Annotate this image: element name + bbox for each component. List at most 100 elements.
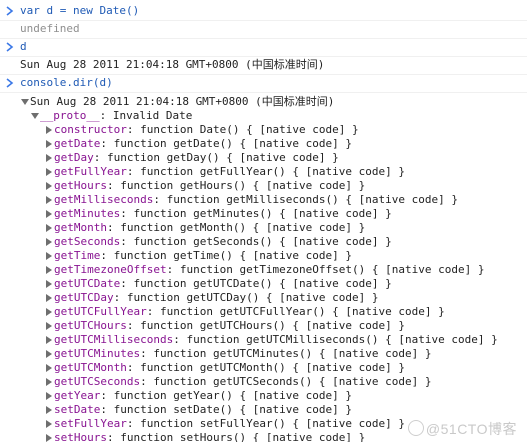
triangle-right-icon[interactable] [44,319,54,333]
triangle-right-icon[interactable] [44,193,54,207]
member-key: getTime [54,249,101,262]
proto-member-row[interactable]: getUTCMonth: function getUTCMonth() { [n… [20,361,527,375]
proto-member-row[interactable]: getDate: function getDate() { [native co… [20,137,527,151]
triangle-right-icon[interactable] [44,347,54,361]
member-key: getMinutes [54,207,121,220]
triangle-right-icon[interactable] [44,263,54,277]
proto-member-row[interactable]: getUTCHours: function getUTCHours() { [n… [20,319,527,333]
member-key: getMilliseconds [54,193,154,206]
key-separator: : [146,305,160,318]
triangle-right-icon[interactable] [44,249,54,263]
triangle-right-icon[interactable] [44,361,54,375]
watermark-logo-icon [407,420,424,436]
proto-member-row[interactable]: getUTCDay: function getUTCDay() { [nativ… [20,291,527,305]
proto-key: __proto__ [40,109,100,122]
proto-member-row[interactable]: getHours: function getHours() { [native … [20,179,527,193]
console-input-entry[interactable]: d [0,39,527,57]
member-key: getMonth [54,221,107,234]
key-separator: : [106,179,121,192]
member-value: function getUTCDay() { [native code] } [126,291,379,304]
member-value: function getUTCMonth() { [native code] } [140,361,406,374]
member-value: function getUTCSeconds() { [native code]… [153,375,432,388]
member-value: function getYear() { [native code] } [113,389,353,402]
proto-member-row[interactable]: getTimezoneOffset: function getTimezoneO… [20,263,527,277]
triangle-right-icon[interactable] [44,375,54,389]
key-separator: : [106,431,121,442]
console-input-entry[interactable]: console.dir(d) [0,75,527,93]
triangle-right-icon[interactable] [44,235,54,249]
tree-proto-row[interactable]: __proto__: Invalid Date [20,109,527,123]
proto-member-row[interactable]: constructor: function Date() { [native c… [20,123,527,137]
key-separator: : [120,235,134,248]
member-value: function getUTCFullYear() { [native code… [159,305,445,318]
prompt-chevron-icon [5,6,15,16]
key-separator: : [100,249,114,262]
member-key: getUTCMilliseconds [54,333,174,346]
proto-member-row[interactable]: getFullYear: function getFullYear() { [n… [20,165,527,179]
console-result-text: undefined [20,22,80,35]
member-key: getUTCDate [54,277,121,290]
console-input-entry[interactable]: var d = new Date() [0,0,527,21]
proto-member-row[interactable]: setDate: function setDate() { [native co… [20,403,527,417]
member-value: function getHours() { [native code] } [120,179,366,192]
member-value: function getUTCDate() { [native code] } [133,277,392,290]
proto-member-row[interactable]: getYear: function getYear() { [native co… [20,389,527,403]
console-result-text: Sun Aug 28 2011 21:04:18 GMT+0800 (中国标准时… [20,58,325,71]
key-separator: : [113,291,127,304]
key-separator: : [93,151,107,164]
proto-members-list: constructor: function Date() { [native c… [20,123,527,442]
triangle-down-icon[interactable] [20,95,30,109]
member-value: function getMilliseconds() { [native cod… [166,193,458,206]
key-separator: : [173,333,187,346]
proto-member-row[interactable]: getMonth: function getMonth() { [native … [20,221,527,235]
triangle-right-icon[interactable] [44,305,54,319]
proto-member-row[interactable]: getMilliseconds: function getMillisecond… [20,193,527,207]
triangle-right-icon[interactable] [44,389,54,403]
proto-member-row[interactable]: getMinutes: function getMinutes() { [nat… [20,207,527,221]
member-key: setDate [54,403,101,416]
proto-value: Invalid Date [112,109,193,122]
triangle-right-icon[interactable] [44,151,54,165]
member-key: getFullYear [54,165,127,178]
key-separator: : [100,389,114,402]
member-key: constructor [54,123,127,136]
member-value: function getTimezoneOffset() { [native c… [179,263,485,276]
member-value: function getUTCMilliseconds() { [native … [186,333,498,346]
triangle-right-icon[interactable] [44,221,54,235]
console-result-entry: undefined [0,21,527,39]
triangle-right-icon[interactable] [44,277,54,291]
key-separator: : [126,417,141,430]
proto-member-row[interactable]: getUTCSeconds: function getUTCSeconds() … [20,375,527,389]
dir-output-tree: Sun Aug 28 2011 21:04:18 GMT+0800 (中国标准时… [0,93,527,442]
triangle-right-icon[interactable] [44,207,54,221]
triangle-right-icon[interactable] [44,291,54,305]
proto-member-row[interactable]: getDay: function getDay() { [native code… [20,151,527,165]
proto-member-row[interactable]: getUTCMilliseconds: function getUTCMilli… [20,333,527,347]
proto-member-row[interactable]: getUTCDate: function getUTCDate() { [nat… [20,277,527,291]
proto-member-row[interactable]: getSeconds: function getSeconds() { [nat… [20,235,527,249]
proto-member-row[interactable]: getUTCMinutes: function getUTCMinutes() … [20,347,527,361]
proto-member-row[interactable]: getUTCFullYear: function getUTCFullYear(… [20,305,527,319]
member-key: getUTCMinutes [54,347,141,360]
key-separator: : [126,123,141,136]
member-key: getSeconds [54,235,121,248]
triangle-right-icon[interactable] [44,431,54,442]
triangle-right-icon[interactable] [44,123,54,137]
triangle-down-icon[interactable] [30,109,40,123]
key-separator: : [140,347,154,360]
member-key: setHours [54,431,107,442]
triangle-right-icon[interactable] [44,333,54,347]
console-panel: var d = new Date() undefined d Sun Aug 2… [0,0,527,442]
triangle-right-icon[interactable] [44,179,54,193]
proto-member-row[interactable]: getTime: function getTime() { [native co… [20,249,527,263]
triangle-right-icon[interactable] [44,403,54,417]
triangle-right-icon[interactable] [44,417,54,431]
member-key: getYear [54,389,101,402]
triangle-right-icon[interactable] [44,165,54,179]
console-result-entry: Sun Aug 28 2011 21:04:18 GMT+0800 (中国标准时… [0,57,527,75]
tree-root-row[interactable]: Sun Aug 28 2011 21:04:18 GMT+0800 (中国标准时… [20,95,527,109]
triangle-right-icon[interactable] [44,137,54,151]
member-value: function getMinutes() { [native code] } [133,207,392,220]
member-key: getUTCHours [54,319,127,332]
member-key: getDay [54,151,94,164]
